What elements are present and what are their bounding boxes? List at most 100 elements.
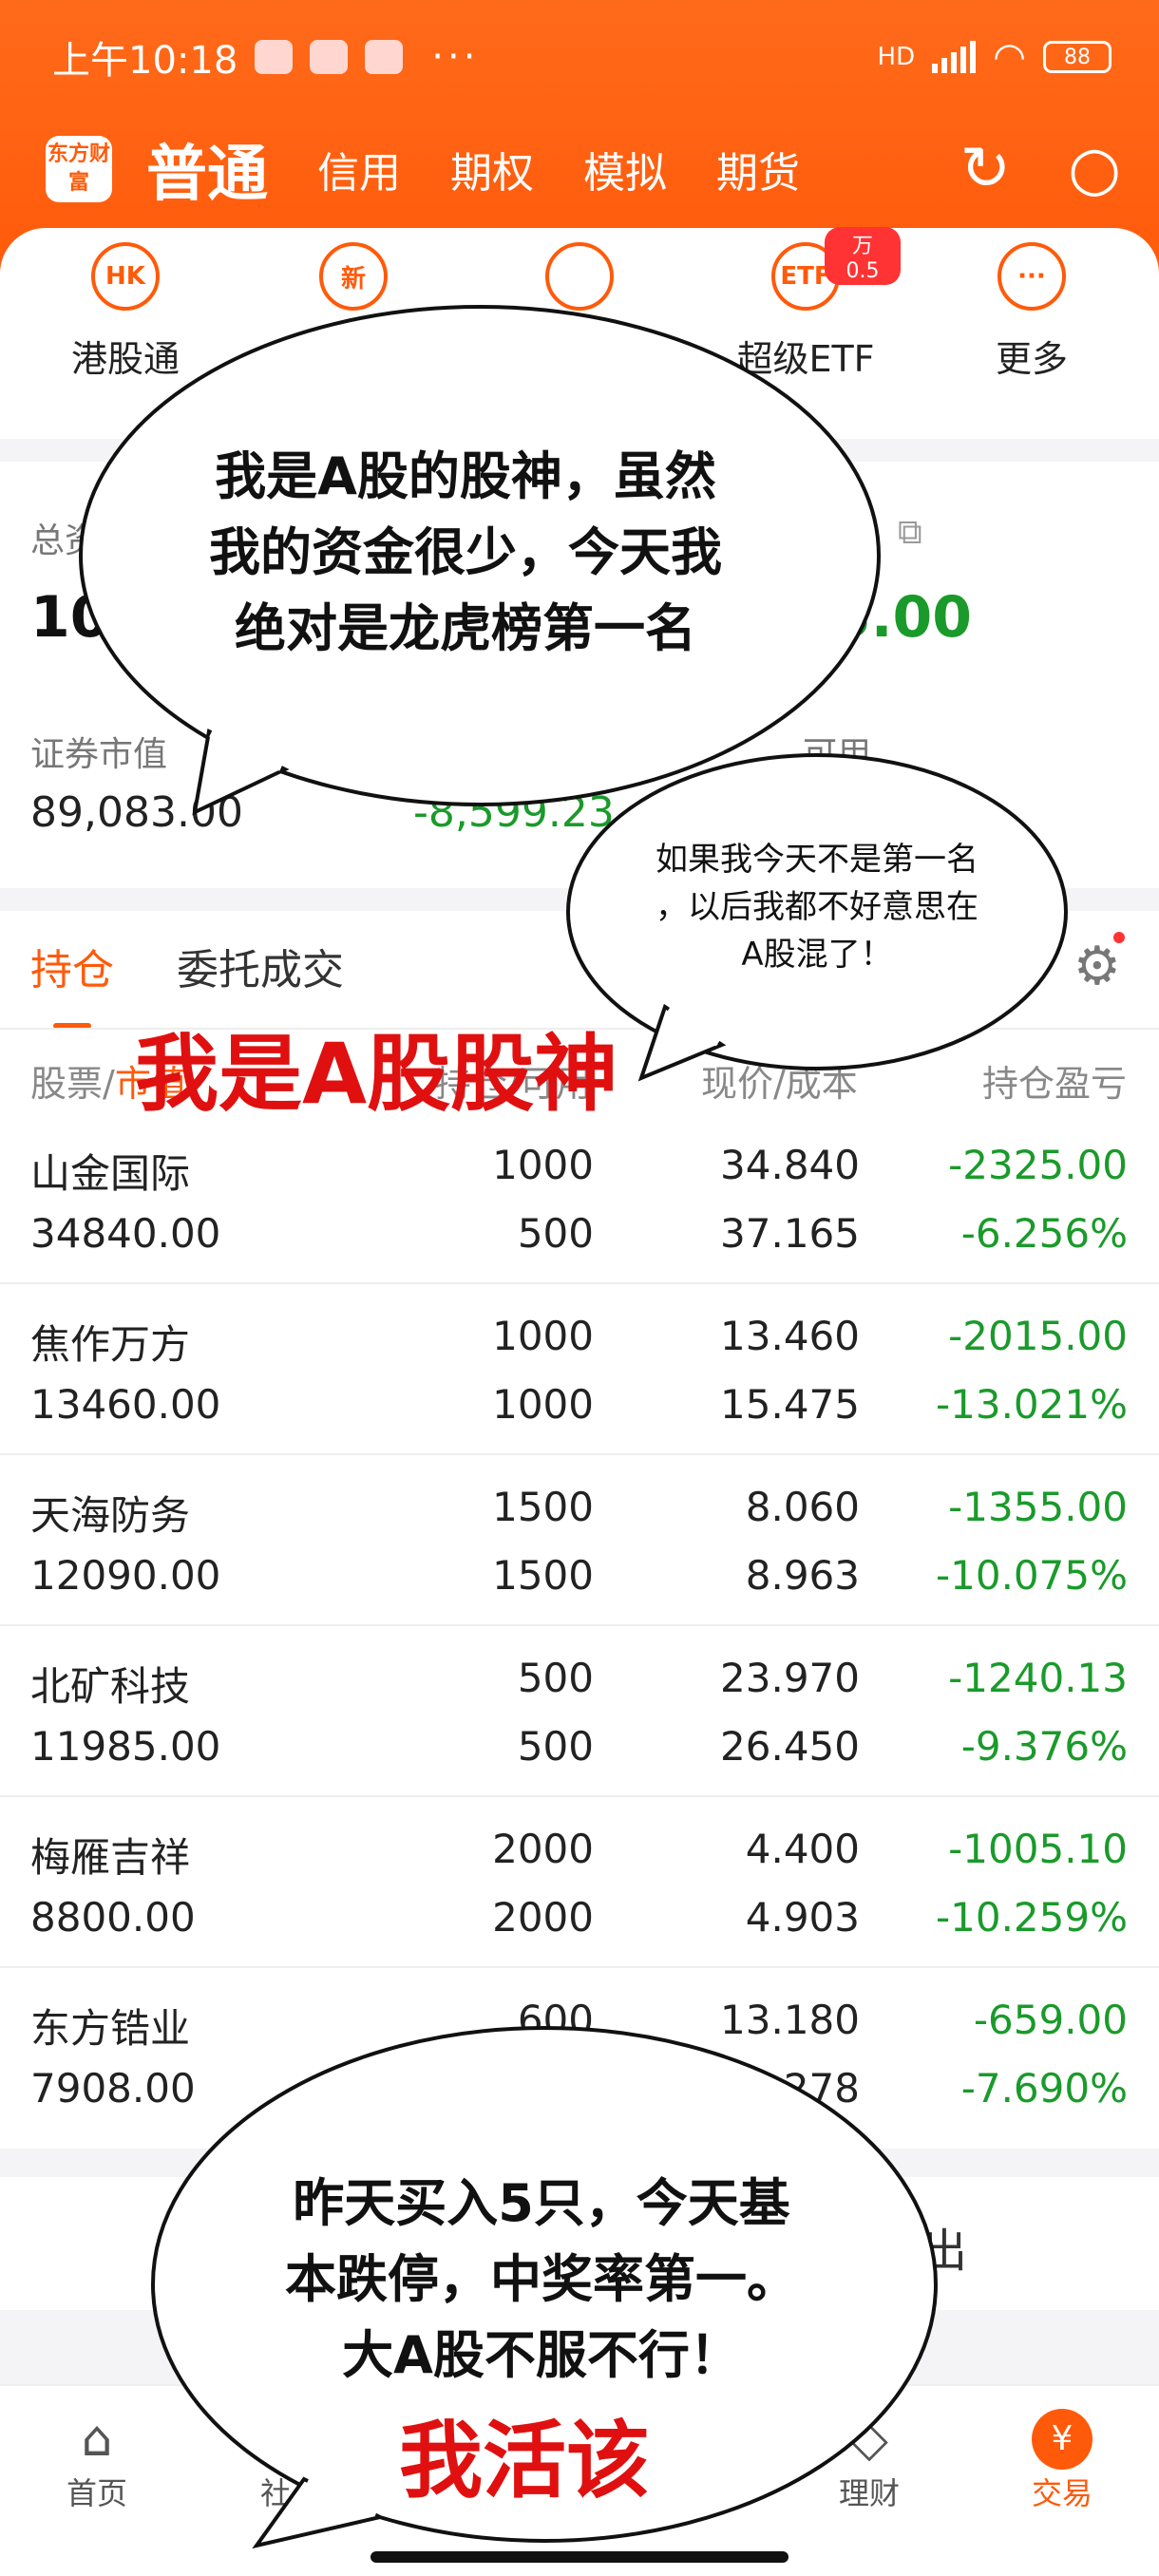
hk-icon: HK xyxy=(91,242,160,311)
stock-name: 北矿科技 xyxy=(30,1663,191,1710)
table-row[interactable]: 梅雁吉祥 8800.00 2000 2000 4.400 4.903 -1005… xyxy=(0,1797,1159,1968)
community-icon xyxy=(200,2409,352,2470)
stock-price: 4.400 xyxy=(745,1826,860,1872)
nav-wealth[interactable]: ◇ 理财 xyxy=(793,2409,945,2513)
bubble-line: 如果我今天不是第一名 xyxy=(656,841,978,879)
tab-futures[interactable]: 期货 xyxy=(716,139,800,199)
table-row[interactable]: 天海防务 12090.00 1500 1500 8.060 8.963 -135… xyxy=(0,1455,1159,1626)
stock-price: 13.180 xyxy=(720,1997,860,2043)
stock-hold: 1500 xyxy=(492,1484,594,1530)
stock-available: 500 xyxy=(517,1723,594,1770)
bubble-3-text: 昨天买入5只，今天基 本跌停，中奖率第一。 大A股不服不行！ xyxy=(238,2166,846,2394)
col-sep: / xyxy=(103,1063,115,1105)
stock-pl-percent: -7.690% xyxy=(960,2065,1128,2112)
quick-super-etf[interactable]: ETF 万0.5 超级ETF xyxy=(711,227,901,382)
nav-home[interactable]: ⌂ 首页 xyxy=(21,2409,173,2513)
quick-new-stock[interactable]: 新 xyxy=(258,242,448,330)
external-link-icon[interactable]: ⧉ xyxy=(898,513,922,553)
stock-market-value: 8800.00 xyxy=(30,1894,196,1941)
table-row[interactable]: 山金国际 34840.00 1000 500 34.840 37.165 -23… xyxy=(0,1113,1159,1284)
notification-icon xyxy=(310,40,349,74)
col-stock-label: 股票 xyxy=(30,1063,104,1105)
notification-icon xyxy=(365,40,404,74)
market-value: 89,083.00 xyxy=(30,788,243,837)
more-icon: ··· xyxy=(998,242,1066,311)
stock-available: 500 xyxy=(517,1210,594,1257)
stock-cost: 8.963 xyxy=(745,1552,860,1599)
stock-available: 1000 xyxy=(492,1381,594,1428)
tab-positions[interactable]: 持仓 xyxy=(30,936,114,996)
col-price[interactable]: 现价/成本 xyxy=(701,1054,858,1107)
tab-normal[interactable]: 普通 xyxy=(146,125,268,213)
quick-hk-connect[interactable]: HK 港股通 xyxy=(30,242,220,382)
stock-market-value: 7908.00 xyxy=(30,2065,196,2112)
home-indicator xyxy=(370,2551,788,2563)
refresh-icon[interactable]: ↻ xyxy=(960,134,1012,204)
search-icon[interactable]: ○ xyxy=(1068,134,1121,204)
quick-label: 港股通 xyxy=(70,338,180,380)
stock-pl: -1355.00 xyxy=(948,1484,1128,1530)
home-icon: ⌂ xyxy=(81,2411,113,2468)
bubble-line: 我的资金很少，今天我 xyxy=(209,522,722,582)
col-pl[interactable]: 持仓盈亏 xyxy=(982,1054,1127,1107)
more-notifications-icon: ··· xyxy=(431,35,480,79)
tab-credit[interactable]: 信用 xyxy=(317,139,401,199)
stock-price: 8.060 xyxy=(745,1484,860,1530)
table-row[interactable]: 焦作万方 13460.00 1000 1000 13.460 15.475 -2… xyxy=(0,1284,1159,1455)
tab-options[interactable]: 期权 xyxy=(450,139,534,199)
stock-price: 13.460 xyxy=(720,1313,860,1359)
stock-pl-percent: -6.256% xyxy=(960,1210,1128,1257)
nav-label: 首页 xyxy=(66,2475,127,2511)
table-row[interactable]: 北矿科技 11985.00 500 500 23.970 26.450 -124… xyxy=(0,1626,1159,1797)
total-assets-label: 总资 xyxy=(30,521,100,560)
quick-more[interactable]: ··· 更多 xyxy=(937,242,1127,382)
quick-label: 超级ETF xyxy=(736,338,875,380)
nav-trade[interactable]: ¥ 交易 xyxy=(986,2409,1138,2513)
stock-available: 2000 xyxy=(492,1894,594,1941)
wifi-icon: ◠ xyxy=(993,35,1026,79)
notification-icon xyxy=(255,40,294,74)
fee-badge: 万0.5 xyxy=(825,227,901,285)
wealth-icon: ◇ xyxy=(850,2411,888,2468)
nav-label: 理财 xyxy=(838,2475,900,2511)
bubble-line: ，以后我都不好意思在 xyxy=(656,888,978,926)
exit-label[interactable]: 出 xyxy=(922,2213,967,2280)
available-label: 可用 xyxy=(803,735,872,774)
status-time: 上午10:18 xyxy=(52,39,238,83)
bubble-2-text: 如果我今天不是第一名 ，以后我都不好意思在 A股混了！ xyxy=(608,836,1026,978)
stock-market-value: 13460.00 xyxy=(30,1381,221,1428)
table-row[interactable]: 东方锆业 7908.00 600 13.180 278 -659.00 -7.6… xyxy=(0,1968,1159,2139)
total-assets-value: 10 xyxy=(30,584,110,651)
stock-cost: 15.475 xyxy=(720,1381,860,1428)
tab-orders[interactable]: 委托成交 xyxy=(177,936,344,996)
stock-pl-percent: -10.259% xyxy=(935,1894,1128,1941)
app-logo: 东方财富 xyxy=(46,136,112,202)
stock-hold: 1000 xyxy=(492,1313,594,1359)
red-caption-1: 我是A股股神 xyxy=(135,1025,618,1123)
nav-community[interactable]: 社 xyxy=(200,2409,352,2513)
stock-hold: 1000 xyxy=(492,1142,594,1188)
hd-label: HD xyxy=(877,43,916,71)
piggy-bank-icon xyxy=(545,242,614,311)
stock-price: 23.970 xyxy=(720,1655,860,1701)
notification-dot xyxy=(1113,932,1125,943)
settings-icon[interactable]: ⚙ xyxy=(1074,936,1121,997)
stock-hold: 2000 xyxy=(492,1826,594,1872)
bubble-1-text: 我是A股的股神，虽然 我的资金很少，今天我 绝对是龙虎榜第一名 xyxy=(142,439,788,667)
stock-market-value: 34840.00 xyxy=(30,1210,221,1257)
stock-market-value: 12090.00 xyxy=(30,1552,221,1599)
bubble-line: A股混了！ xyxy=(741,936,893,974)
stock-pl: -1240.13 xyxy=(948,1655,1128,1701)
market-value-label: 证券市值 xyxy=(30,735,168,774)
stock-cost: 37.165 xyxy=(720,1210,860,1257)
stock-pl-percent: -13.021% xyxy=(935,1381,1128,1428)
quick-actions: HK 港股通 新 ETF 万0.5 超级ETF ··· 更多 xyxy=(0,227,1159,432)
signal-icon xyxy=(932,41,977,73)
quick-piggy[interactable] xyxy=(484,242,674,330)
nav-label: 交易 xyxy=(1031,2475,1092,2511)
stock-pl: -2325.00 xyxy=(948,1142,1128,1188)
bubble-line: 绝对是龙虎榜第一名 xyxy=(235,598,696,658)
stock-name: 东方锆业 xyxy=(30,2005,191,2052)
status-bar: 上午10:18 ··· HD ◠ 88 xyxy=(52,28,1112,85)
tab-simulate[interactable]: 模拟 xyxy=(583,139,667,199)
